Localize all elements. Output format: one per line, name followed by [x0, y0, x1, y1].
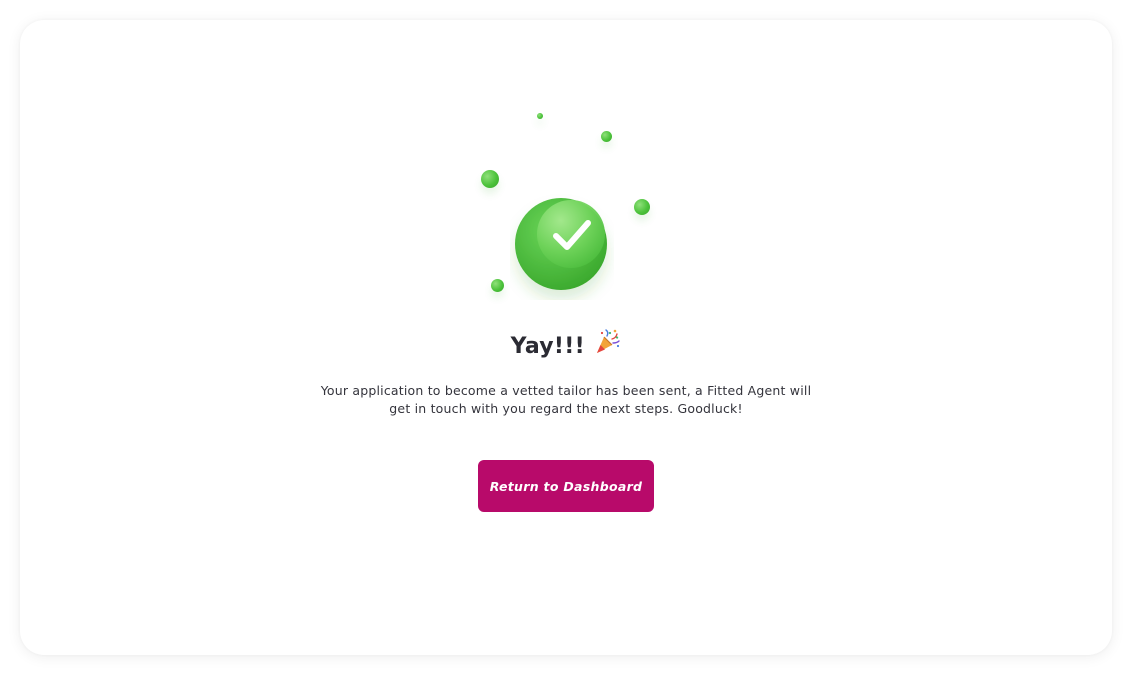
return-to-dashboard-button[interactable]: Return to Dashboard — [478, 460, 654, 512]
page-title: Yay!!! — [510, 333, 585, 359]
title-row: Yay!!! — [0, 329, 1132, 360]
success-illustration — [470, 100, 670, 320]
confetti-dot — [537, 113, 543, 119]
success-message: Your application to become a vetted tail… — [320, 383, 812, 416]
confetti-dot — [601, 131, 612, 142]
party-popper-icon — [597, 329, 621, 353]
confetti-dot — [491, 279, 504, 292]
confetti-dot — [481, 170, 499, 188]
checkmark-circle-icon — [515, 198, 607, 290]
confetti-dot — [634, 199, 650, 215]
